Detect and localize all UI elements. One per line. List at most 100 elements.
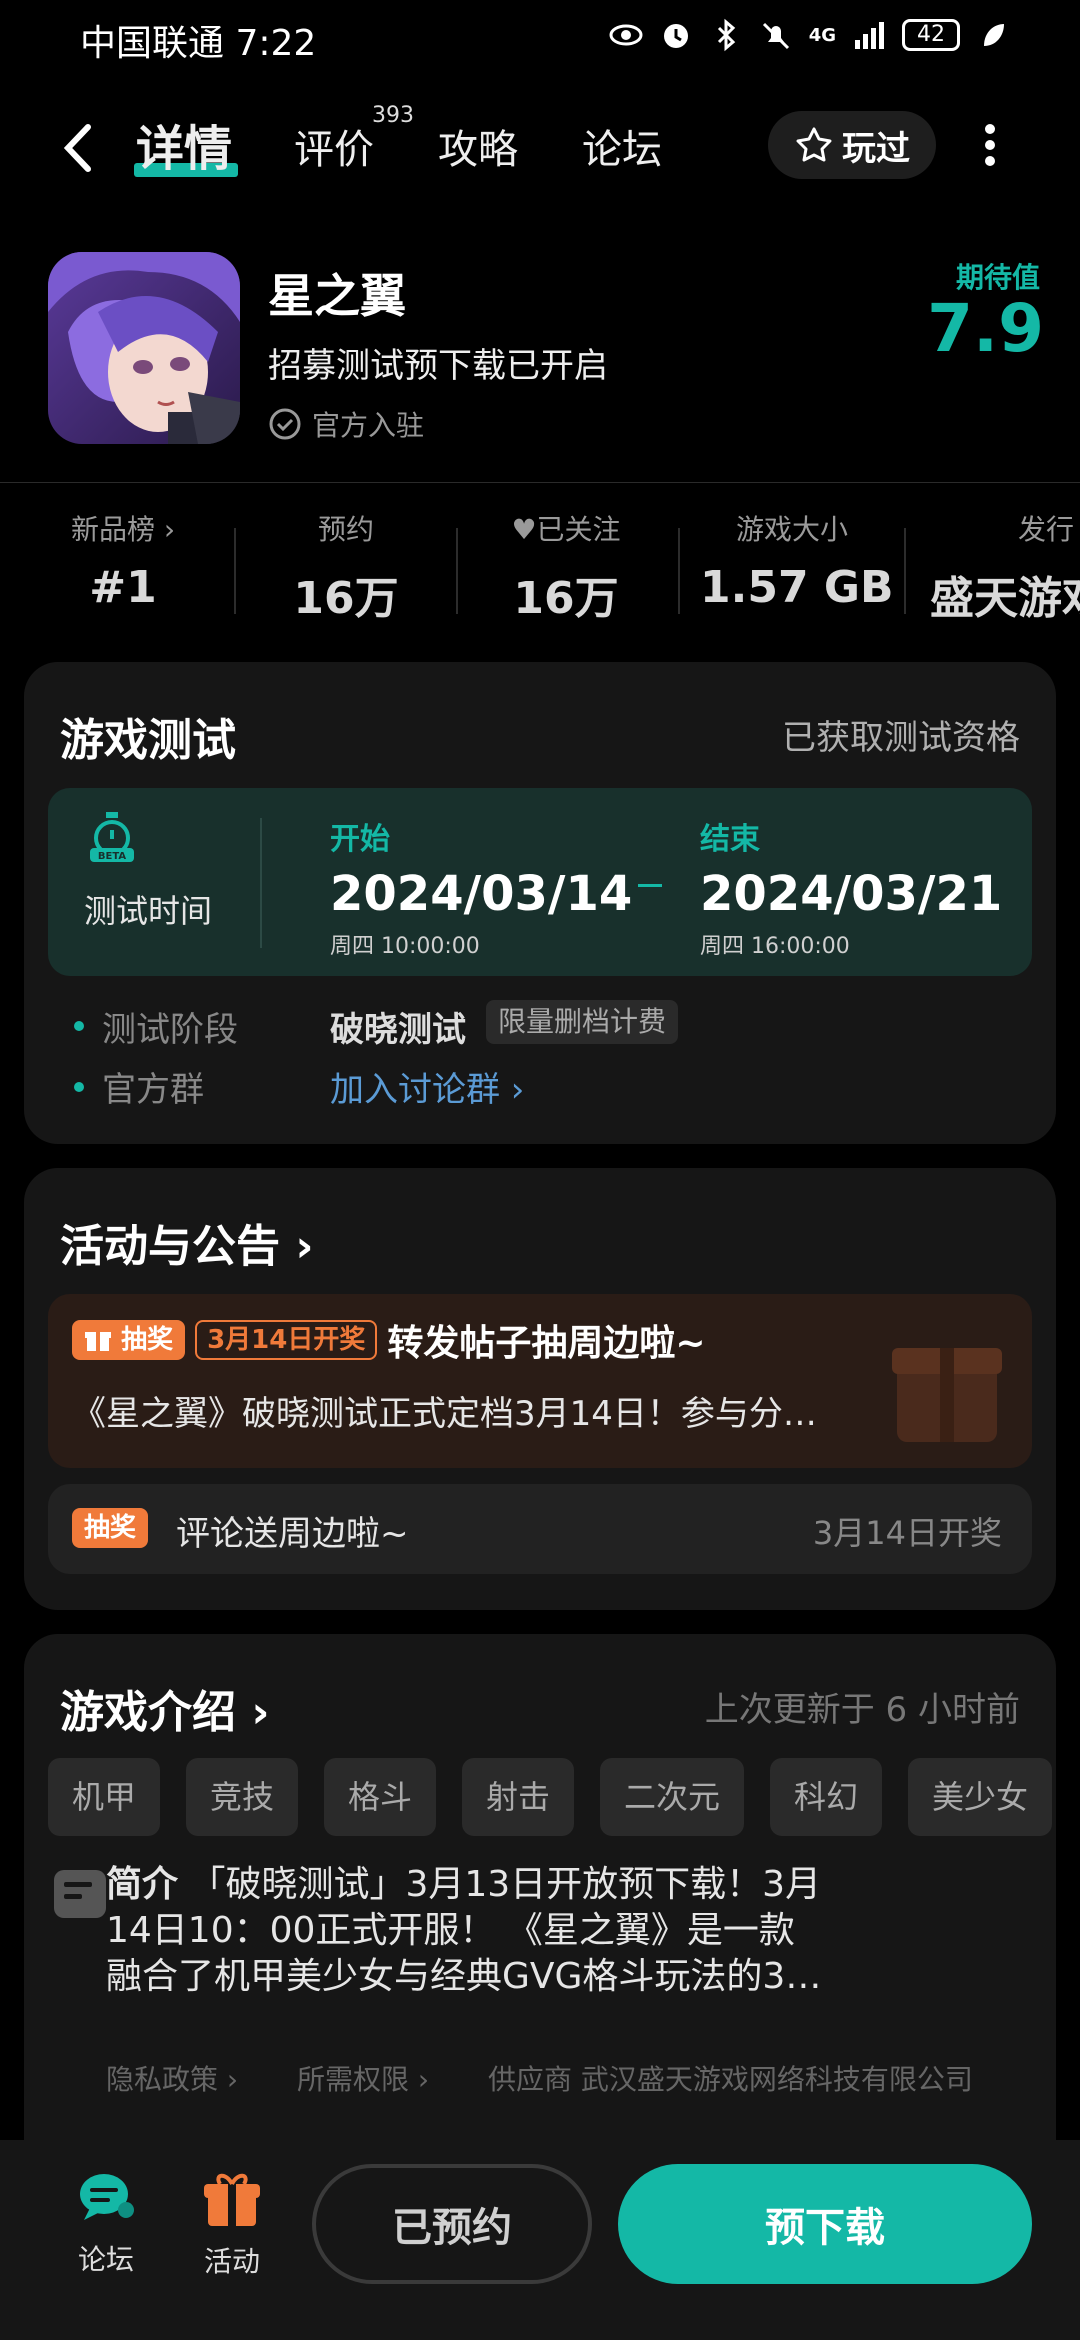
stats-row: 新品榜 › #1 预约 16万 ♥已关注 16万 游戏大小 1.57 GB 发行…	[0, 508, 1080, 628]
status-icons: 4G 42	[609, 18, 1010, 52]
stat-publisher[interactable]: 发行 盛天游戏	[930, 508, 1080, 626]
expectation-score: 7.9	[927, 290, 1044, 367]
stat-reservations: 预约 16万	[276, 508, 416, 626]
bluetooth-icon	[717, 18, 735, 52]
tab-guides[interactable]: 攻略	[438, 117, 518, 175]
chevron-right-icon: ›	[163, 513, 176, 546]
game-subtitle: 招募测试预下载已开启	[268, 346, 608, 386]
stat-value: 盛天游戏	[930, 573, 1080, 624]
gift-icon	[204, 2173, 260, 2226]
stat-label: 新品榜	[70, 513, 155, 546]
activity-button[interactable]: 活动	[182, 2170, 282, 2280]
prize-tag: 抽奖	[72, 1320, 186, 1360]
stat-separator	[678, 528, 680, 614]
stat-value: #1	[89, 562, 157, 613]
pre-download-button[interactable]: 预下载	[618, 2164, 1032, 2284]
battery-indicator: 42	[902, 19, 960, 51]
star-icon	[796, 127, 832, 162]
privacy-policy-link[interactable]: 隐私政策 ›	[106, 2063, 238, 2096]
tag-chip[interactable]: 射击	[462, 1758, 575, 1836]
group-label: 官方群	[102, 1070, 204, 1110]
draw-date-tag: 3月14日开奖	[195, 1320, 378, 1360]
tag-chip[interactable]: 竞技	[186, 1758, 299, 1836]
tag-chip[interactable]: 科幻	[770, 1758, 883, 1836]
tab-forum[interactable]: 论坛	[582, 117, 662, 175]
intro-links: 隐私政策 › 所需权限 › 供应商 武汉盛天游戏网络科技有限公司	[106, 2058, 1036, 2098]
test-start: 开始 2024/03/14 周四 10:00:00	[330, 814, 632, 960]
forum-button[interactable]: 论坛	[56, 2170, 156, 2278]
intro-card-title[interactable]: 游戏介绍 ›	[60, 1676, 269, 1740]
activity-item-2[interactable]: 抽奖 评论送周边啦~ 3月14日开奖	[48, 1484, 1032, 1574]
network-label: 4G	[808, 24, 836, 46]
tag-chip[interactable]: 二次元	[600, 1758, 745, 1836]
stat-separator	[904, 528, 906, 614]
test-time-label: 测试时间	[84, 892, 213, 930]
leaf-icon	[984, 24, 1004, 46]
stage-value: 破晓测试	[330, 1010, 466, 1050]
activity-label: 活动	[203, 2245, 260, 2278]
game-icon-image	[48, 252, 240, 444]
intro-description[interactable]: 简介 「破晓测试」3月13日开放预下载！3月 14日10：00正式开服！ 《星之…	[106, 1862, 1006, 2000]
prize-tag-label: 抽奖	[121, 1325, 174, 1355]
game-test-card: 游戏测试 已获取测试资格 BETA 测试时间 开始 2024/03/14 周四 …	[24, 662, 1056, 1144]
end-label: 结束	[700, 822, 760, 857]
heart-icon: ♥	[511, 513, 537, 546]
test-qualification: 已获取测试资格	[782, 718, 1020, 758]
status-bar: 中国联通 7:22 4G 42	[0, 0, 1080, 72]
start-label: 开始	[330, 822, 390, 857]
tag-chip[interactable]: 机甲	[48, 1758, 161, 1836]
svg-text:BETA: BETA	[98, 851, 126, 862]
bullet-dot	[74, 1021, 84, 1031]
alarm-icon	[663, 24, 688, 48]
end-date: 2024/03/21	[700, 866, 1003, 922]
stat-value: 16万	[293, 573, 399, 624]
game-title: 星之翼	[268, 269, 406, 323]
stat-game-size: 游戏大小 1.57 GB	[700, 508, 894, 613]
intro-desc-line: 「破晓测试」3月13日开放预下载！3月	[189, 1864, 822, 1905]
official-label: 官方入驻	[312, 409, 425, 442]
played-button[interactable]: 玩过	[768, 111, 936, 179]
stage-tag: 限量删档计费	[486, 1000, 679, 1044]
stat-value: 1.57 GB	[700, 562, 894, 613]
stat-separator	[234, 528, 236, 614]
document-icon	[54, 1870, 106, 1918]
chat-bubble-icon	[80, 2174, 134, 2220]
stat-follows[interactable]: ♥已关注 16万	[496, 508, 636, 626]
reserved-button[interactable]: 已预约	[312, 2164, 592, 2284]
more-options-icon[interactable]	[984, 123, 996, 167]
vendor-info: 供应商 武汉盛天游戏网络科技有限公司	[488, 2063, 973, 2096]
tag-chips: 机甲 竞技 格斗 射击 二次元 科幻 美少女	[48, 1758, 1056, 1838]
played-label: 玩过	[842, 128, 910, 169]
tag-chip[interactable]: 美少女	[908, 1758, 1053, 1836]
bottom-action-bar: 论坛 活动 已预约 预下载	[0, 2140, 1080, 2340]
test-time-box: BETA 测试时间 开始 2024/03/14 周四 10:00:00 结束 2…	[48, 788, 1032, 976]
join-group-link[interactable]: 加入讨论群 ›	[330, 1062, 524, 1111]
test-box-separator	[260, 818, 262, 948]
end-time: 周四 16:00:00	[700, 934, 850, 959]
beta-timer-icon: BETA	[90, 812, 134, 862]
activity-card: 活动与公告 › 抽奖 3月14日开奖 转发帖子抽周边啦~ 《星之翼》破晓测试正式…	[24, 1168, 1056, 1610]
intro-updated: 上次更新于 6 小时前	[704, 1690, 1020, 1730]
carrier-time: 中国联通 7:22	[80, 23, 317, 64]
activity-item-1[interactable]: 抽奖 3月14日开奖 转发帖子抽周边啦~ 《星之翼》破晓测试正式定档3月14日！…	[48, 1294, 1032, 1468]
tab-details[interactable]: 详情	[136, 109, 232, 179]
prize-tag: 抽奖	[72, 1508, 149, 1548]
date-range-dash	[638, 884, 662, 887]
intro-desc-line: 14日10：00正式开服！ 《星之翼》是一款	[106, 1910, 795, 1951]
tag-chip[interactable]: 格斗	[324, 1758, 437, 1836]
mute-icon	[762, 22, 789, 50]
test-card-title: 游戏测试	[60, 715, 236, 766]
activity-item-1-header: 抽奖 3月14日开奖 转发帖子抽周边啦~	[72, 1314, 706, 1366]
gift-watermark-icon	[892, 1348, 1002, 1442]
draw-date-label: 3月14日开奖	[812, 1514, 1002, 1552]
gift-icon	[85, 1332, 111, 1351]
review-count-badge: 393	[372, 103, 414, 128]
intro-desc-line: 融合了机甲美少女与经典GVG格斗玩法的3…	[106, 1956, 822, 1997]
check-circle-icon	[269, 408, 301, 440]
tab-reviews[interactable]: 评价	[294, 117, 374, 175]
stat-new-rank[interactable]: 新品榜 › #1	[58, 508, 188, 613]
back-arrow-icon[interactable]	[60, 123, 96, 173]
activity-desc: 《星之翼》破晓测试正式定档3月14日！参与分…	[72, 1394, 817, 1434]
activity-card-title[interactable]: 活动与公告 ›	[60, 1210, 313, 1274]
permissions-link[interactable]: 所需权限 ›	[297, 2063, 429, 2096]
